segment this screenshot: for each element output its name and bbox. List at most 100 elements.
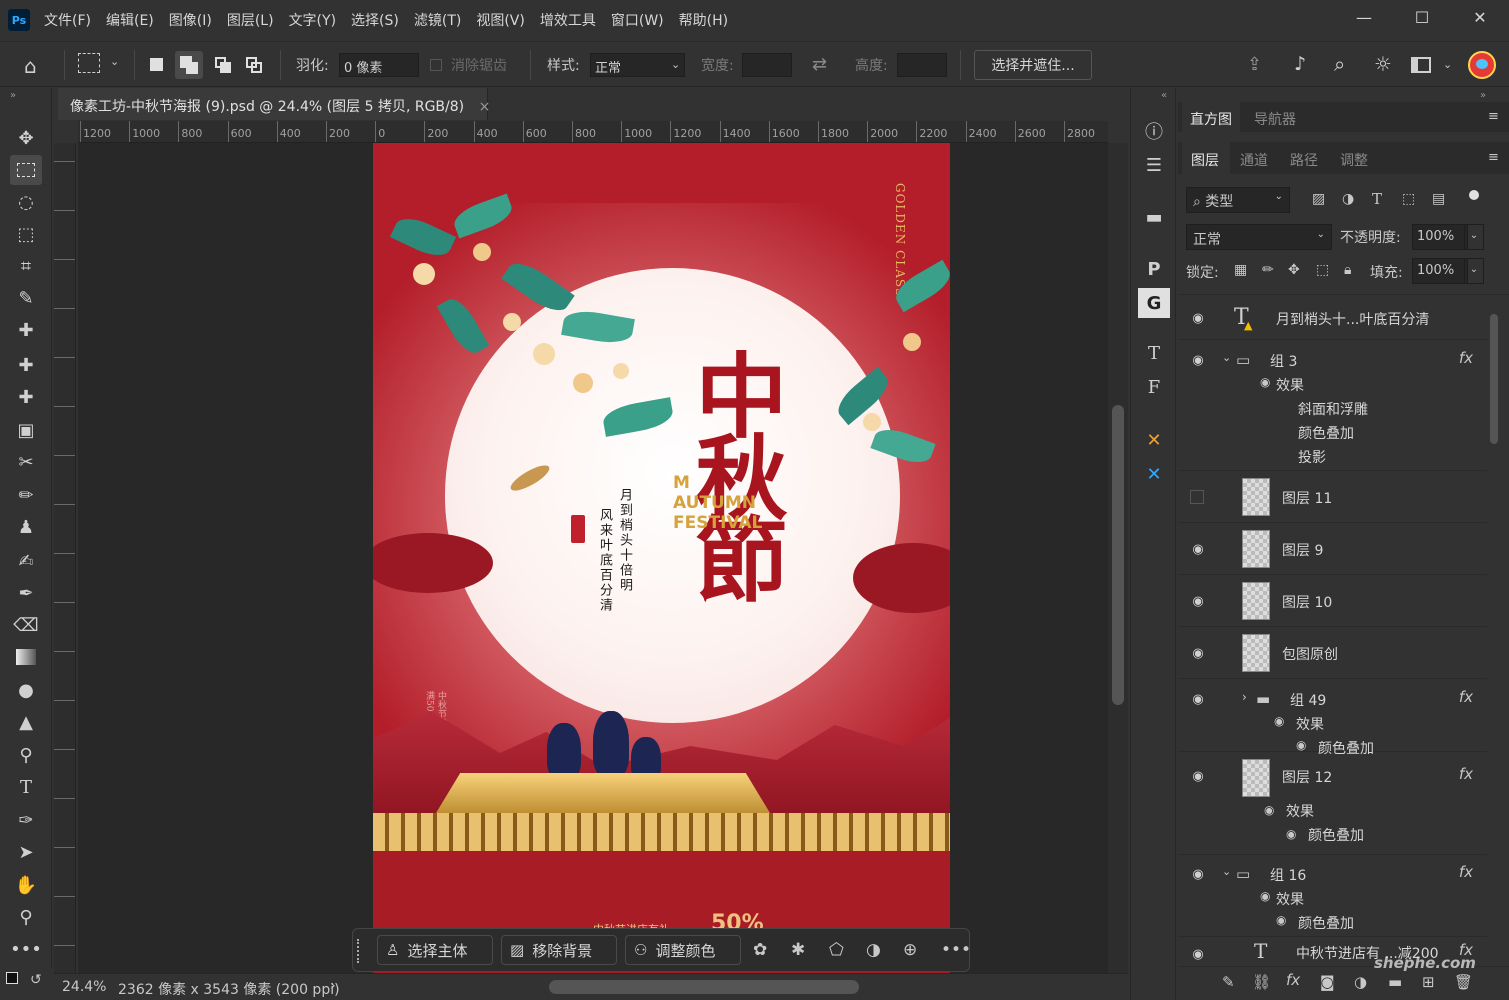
visibility-eye-icon[interactable]: ◉ — [1188, 353, 1208, 368]
eyedropper-tool-icon[interactable]: ✎ — [10, 283, 42, 313]
layer-row[interactable]: ◉ 图层 9 — [1178, 524, 1487, 575]
photoshop-logo-icon[interactable]: Ps — [8, 9, 30, 31]
menu-plugins[interactable]: 增效工具 — [540, 10, 596, 30]
chevron-down-icon[interactable]: ⌄ — [1443, 58, 1452, 71]
document-tab[interactable]: 像素工坊-中秋节海报 (9).psd @ 24.4% (图层 5 拷贝, RGB… — [58, 88, 490, 120]
eraser-tool-icon[interactable]: ⌫ — [10, 610, 42, 640]
visibility-eye-icon[interactable]: ◉ — [1274, 714, 1284, 728]
layer-row[interactable]: ◉ 图层 10 — [1178, 576, 1487, 627]
pen-tool-icon[interactable]: ✑ — [10, 805, 42, 835]
chevron-down-icon[interactable]: ⌄ — [1222, 351, 1231, 364]
antialias-checkbox[interactable] — [430, 59, 442, 71]
lock-all-icon[interactable]: 🔒︎ — [1344, 262, 1351, 278]
blend-mode-select[interactable]: 正常 ⌄ — [1186, 224, 1332, 250]
scroll-thumb[interactable] — [1112, 405, 1124, 705]
discover-lightbulb-icon[interactable]: ☼ — [1374, 52, 1392, 76]
crop-tool-icon[interactable]: ⌗ — [10, 251, 42, 281]
menu-filter[interactable]: 滤镜(T) — [414, 10, 461, 30]
search-icon[interactable]: ⌕ — [1334, 52, 1345, 76]
tab-paths[interactable]: 路径 — [1290, 150, 1318, 170]
hand-tool-icon[interactable]: ✋ — [10, 870, 42, 900]
new-layer-icon[interactable]: ⊞ — [1422, 973, 1435, 991]
subtract-selection-icon[interactable] — [215, 57, 231, 73]
avatar[interactable] — [1468, 51, 1496, 79]
feather-input[interactable]: 0 像素 — [339, 53, 419, 77]
visibility-eye-icon[interactable]: ◉ — [1188, 692, 1208, 707]
visibility-eye-icon[interactable]: ◉ — [1276, 913, 1286, 927]
lock-transparent-icon[interactable]: ▦ — [1234, 262, 1247, 278]
select-and-mask-button[interactable]: 选择并遮住... — [974, 50, 1092, 80]
filter-adjustment-icon[interactable]: ◑ — [1342, 191, 1354, 207]
new-layer-icon[interactable]: ⊕ — [903, 940, 917, 960]
menu-type[interactable]: 文字(Y) — [289, 10, 336, 30]
height-input[interactable] — [897, 53, 947, 77]
visibility-eye-icon[interactable]: ◉ — [1188, 311, 1208, 326]
content-aware-tool-icon[interactable]: ▣ — [10, 415, 42, 445]
gradient-tool-icon[interactable] — [10, 642, 42, 672]
zoom-level[interactable]: 24.4% — [62, 979, 106, 995]
menu-edit[interactable]: 编辑(E) — [106, 10, 154, 30]
swap-colors-icon[interactable]: ↺ — [30, 972, 42, 988]
add-mask-icon[interactable]: ◙ — [1320, 973, 1335, 991]
fx-badge[interactable]: fx — [1459, 863, 1473, 881]
tab-adjustments[interactable]: 调整 — [1340, 150, 1368, 170]
add-style-icon[interactable]: fx — [1286, 971, 1300, 989]
spot-healing-tool-icon[interactable]: ✚ — [10, 315, 42, 345]
menu-layer[interactable]: 图层(L) — [227, 10, 274, 30]
canvas-area[interactable]: GOLDEN CLASS 中秋節 M AUTUMN FESTIVAL 月到梢头十… — [78, 143, 1108, 973]
filter-type-icon[interactable]: T — [1372, 190, 1382, 208]
fx-badge[interactable]: fx — [1459, 688, 1473, 706]
color-icon[interactable]: ✿ — [753, 940, 767, 960]
delete-layer-icon[interactable]: 🗑︎ — [1454, 973, 1473, 991]
tab-navigator[interactable]: 导航器 — [1254, 109, 1296, 129]
menu-window[interactable]: 窗口(W) — [611, 10, 664, 30]
filter-pixel-icon[interactable]: ▨ — [1312, 191, 1325, 207]
visibility-eye-icon[interactable]: ◉ — [1264, 803, 1274, 817]
sparkle-icon[interactable]: ✱ — [791, 940, 805, 960]
chevron-right-icon[interactable]: › — [1242, 690, 1247, 704]
chevron-right-icon[interactable]: › — [330, 978, 336, 994]
adjust-color-button[interactable]: ⚇ 调整颜色 — [625, 935, 741, 965]
stamp-tool-icon[interactable]: ♟ — [10, 512, 42, 542]
tab-layers[interactable]: 图层 — [1191, 150, 1219, 170]
plugin-2-icon[interactable]: ✕ — [1138, 459, 1170, 489]
marquee-preset-icon[interactable] — [78, 53, 100, 73]
tab-histogram[interactable]: 直方图 — [1190, 109, 1232, 129]
foreground-color-swatch[interactable] — [6, 972, 18, 984]
menu-image[interactable]: 图像(I) — [169, 10, 212, 30]
opacity-input[interactable]: 100% — [1412, 224, 1468, 250]
poster-canvas[interactable]: GOLDEN CLASS 中秋節 M AUTUMN FESTIVAL 月到梢头十… — [373, 143, 950, 973]
adjustment-icon[interactable]: ◑ — [866, 940, 881, 960]
workspace-icon[interactable] — [1411, 57, 1431, 73]
add-selection-icon[interactable] — [175, 51, 203, 79]
transform-icon[interactable]: ⬠ — [829, 940, 844, 960]
new-selection-icon[interactable] — [150, 58, 163, 71]
maximize-icon[interactable]: ☐ — [1393, 0, 1451, 34]
marquee-tool-icon[interactable] — [10, 155, 42, 185]
fill-input[interactable]: 100% — [1412, 258, 1468, 284]
chevron-down-icon[interactable]: ⌄ — [1222, 865, 1231, 878]
share-icon[interactable]: ⇪ — [1247, 54, 1262, 75]
red-eye-tool-icon[interactable]: ✂ — [10, 447, 42, 477]
horizontal-scroll-thumb[interactable] — [549, 980, 859, 994]
bell-icon[interactable]: ♪ — [1294, 53, 1306, 75]
intersect-selection-icon[interactable] — [246, 57, 262, 73]
select-subject-button[interactable]: ♙ 选择主体 — [377, 935, 493, 965]
move-tool-icon[interactable]: ✥ — [10, 123, 42, 153]
layer-row[interactable]: ◉ 包图原创 — [1178, 628, 1487, 679]
panel-menu-icon[interactable]: ≡ — [1488, 109, 1499, 124]
visibility-toggle-empty[interactable] — [1190, 490, 1204, 504]
layer-row[interactable]: 图层 11 — [1178, 472, 1487, 523]
lock-paint-icon[interactable]: ✏ — [1262, 262, 1274, 278]
collapse-icon[interactable]: » — [10, 90, 16, 101]
visibility-eye-icon[interactable]: ◉ — [1188, 594, 1208, 609]
layer-group-row[interactable]: ◉ ⌄ ▭ 组 16 fx ◉ 效果 ◉ 颜色叠加 — [1178, 855, 1487, 937]
layer-row[interactable]: ◉ 图层 12 fx ◉ 效果 ◉ 颜色叠加 — [1178, 755, 1487, 855]
fx-badge[interactable]: fx — [1459, 349, 1473, 367]
visibility-eye-icon[interactable]: ◉ — [1188, 947, 1208, 962]
collapse-icon[interactable]: « — [1161, 90, 1167, 101]
lasso-tool-icon[interactable]: ◌ — [10, 187, 42, 217]
panel-menu-icon[interactable]: ≡ — [1488, 150, 1499, 165]
collapse-icon[interactable]: » — [1480, 90, 1486, 101]
layers-scroll-thumb[interactable] — [1490, 314, 1498, 444]
